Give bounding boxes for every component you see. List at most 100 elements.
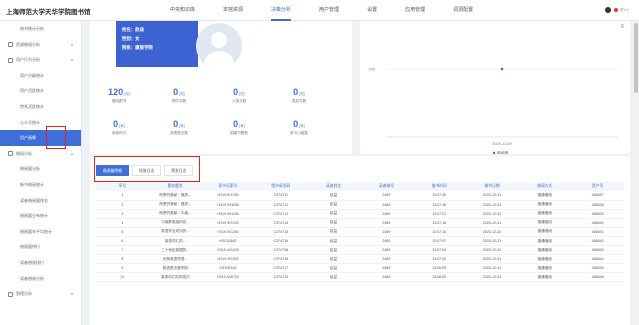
sidebar-item[interactable]: 借阅量年平均统计 <box>0 224 81 240</box>
stat-item: 0(本) 查看笔记数 <box>154 119 204 136</box>
library-brand: 上海师范大学天华学院图书馆 <box>6 9 91 16</box>
sidebar-group[interactable]: 资源借阅分析 ▾ <box>0 37 81 53</box>
chevron-icon: ▾ <box>70 291 73 297</box>
table-cell: 2489 <box>359 200 413 210</box>
scrollbar-thumb[interactable] <box>634 23 638 93</box>
notification-badge-icon <box>613 8 618 12</box>
table-cell: 赵益 <box>307 191 360 201</box>
table-cell: C374714 <box>254 218 308 228</box>
sidebar-item[interactable]: 借阅量分布统计 <box>0 208 81 224</box>
table-cell: 阿罗的奥秘：中级... <box>148 209 202 219</box>
stat-unit: (本) <box>299 124 305 128</box>
nav-item[interactable]: 用户管理 <box>319 0 339 21</box>
nav-item[interactable]: 应用管理 <box>405 0 425 21</box>
column-header: 借书时间 <box>412 182 466 191</box>
table-cell: 2020-12-31 <box>465 272 519 283</box>
sidebar-item[interactable]: 新书借阅统计 <box>0 177 81 193</box>
sidebar-group[interactable]: 用户行为分析 ▴ <box>0 52 81 68</box>
user-profile-card: 姓名：赵益 性别：女 院系：康旅学院 120(次) 借阅图书 0(次) 预约次数 0(次… <box>90 21 352 154</box>
column-header: 借阅方式 <box>518 182 572 191</box>
table-cell: 普通借阅 <box>518 218 572 228</box>
sidebar-item[interactable]: 读者借阅分析 <box>0 271 81 287</box>
sidebar-group[interactable]: 借阅分析 ▴ <box>0 146 81 162</box>
table-cell: 2489 <box>359 227 413 237</box>
user-dept-line: 院系：康旅学院 <box>122 45 153 50</box>
table-cell: 13:07:10 <box>412 227 466 237</box>
table-cell: H313/J652 <box>201 236 255 247</box>
sidebar-label: 读者借阅分析 <box>20 275 44 281</box>
table-cell: 普通借阅 <box>518 245 572 256</box>
sidebar-item[interactable]: 借书统计分析 <box>0 21 81 37</box>
highlight-tabs <box>94 156 200 182</box>
table-cell: C374712 <box>254 200 308 210</box>
nav-item[interactable]: 词洞配置 <box>453 0 473 21</box>
table-cell: 2020-12-31 <box>465 254 519 265</box>
sidebar-group[interactable]: 到馆分析 ▾ <box>0 286 81 302</box>
sidebar-item[interactable]: 院系活跃统计 <box>0 99 81 115</box>
borrow-table: 序号 题名题名 索书号索号 馆书条形码 读者姓名 读者借号 借书时间 借书日期 借阅方式 资产号 … <box>96 182 624 283</box>
table-cell: C374717 <box>254 263 308 274</box>
stat-label: 阅读时长 <box>111 131 127 135</box>
table-cell: H319.9/X765 <box>201 191 255 201</box>
user-avatar-icon <box>604 7 611 13</box>
table-cell: H319.4/G425 <box>201 245 255 256</box>
sidebar-label: 用户分级统计 <box>20 72 44 78</box>
table-cell: 赵益 <box>307 254 360 265</box>
sidebar-item[interactable]: 读者借阅量排名 <box>0 193 81 209</box>
nav-item[interactable]: 决策分析 <box>271 0 292 21</box>
table-cell: 赵益 <box>307 218 360 228</box>
sidebar-label: 用户画像 <box>20 135 36 141</box>
table-cell: 赵益 <box>307 227 360 237</box>
table-row[interactable]: 9 英语语法速学指 H31/W164 C374717 赵益 2489 13:06:59 202… <box>96 263 624 274</box>
column-header: 借书日期 <box>465 182 519 191</box>
table-cell: 13:07:04 <box>412 245 466 256</box>
table-cell: 9 <box>96 263 149 274</box>
nav-item[interactable]: 设置 <box>367 0 377 21</box>
sidebar-item[interactable]: 用户分级统计 <box>0 68 81 84</box>
user-menu[interactable]: 李XX <box>604 7 629 13</box>
table-cell: 普通借阅 <box>518 200 572 210</box>
table-row[interactable]: 6 英语词汇的... H313/J652 C374716 赵益 2489 13:07:07 2… <box>96 236 624 247</box>
sidebar-label: 用户行为分析 <box>16 57 40 63</box>
table-cell: 普通借阅 <box>518 272 572 283</box>
sidebar-item[interactable]: 用户画像 <box>0 130 81 146</box>
table-cell: 466545 <box>571 263 624 274</box>
sidebar-item[interactable]: 借阅量排行 <box>0 239 81 255</box>
table-cell: C374715 <box>254 227 308 237</box>
sidebar-label: 借阅量排行 <box>20 244 40 250</box>
table-row[interactable]: 1 阿罗的奥秘：福茨... H319.9/X765 C374711 赵益 2489 13:0… <box>96 191 624 201</box>
table-cell: 7 <box>96 245 149 256</box>
main-nav: 中央知识库 本馆资源 决策分析 用户管理 设置 应用管理 词洞配置 <box>170 0 501 21</box>
sidebar-label: 到馆分析 <box>16 291 32 297</box>
sidebar-item[interactable]: 用户活跃统计 <box>0 83 81 99</box>
table-row[interactable]: 7 二十世纪英国的... H319.4/G425 C374708 赵益 2489 13:07… <box>96 245 624 256</box>
sidebar-item[interactable]: 公众号统计 <box>0 115 81 131</box>
sidebar-item[interactable]: 读者借阅排行 <box>0 255 81 271</box>
table-cell: H319.9/S763 <box>201 218 255 228</box>
table-row[interactable]: 10 英语词汇构词技巧 H319.4/W753 C374710 赵益 2489 13:06:… <box>96 272 624 283</box>
table-cell: 英语词汇的... <box>148 236 202 247</box>
table-cell: 赵益 <box>307 200 360 210</box>
stat-item: 120(次) 借阅图书 <box>94 87 144 104</box>
column-header: 读者姓名 <box>307 182 360 191</box>
stat-value: 0 <box>233 119 239 129</box>
sidebar-item[interactable]: 借阅量分析 <box>0 161 81 177</box>
table-row[interactable]: 3 阿罗的奥秘：中级... H319.9/H156 C374713 赵益 2489 13:0… <box>96 209 624 219</box>
table-row[interactable]: 8 剑桥英语短语... H319.4/S769 C374718 赵益 2489 13:07:… <box>96 254 624 265</box>
table-cell: 普通借阅 <box>518 191 572 201</box>
table-row[interactable]: 2 阿罗的奥秘：福茨... H319.9/H535 C374712 赵益 2489 13:0… <box>96 200 624 210</box>
stat-value: 120 <box>108 87 124 97</box>
stat-unit: (次) <box>124 92 130 96</box>
table-row[interactable]: 4 巧用群英组织访... H319.9/S763 C374714 赵益 2489 13:07… <box>96 218 624 228</box>
page-scrollbar[interactable] <box>633 21 639 325</box>
table-cell: 13:06:52 <box>412 272 466 283</box>
nav-item[interactable]: 中央知识库 <box>170 0 195 21</box>
sidebar-label: 新书借阅统计 <box>20 181 44 187</box>
table-row[interactable]: 5 英语学业成功的... H319.9/C284 C374715 赵益 2489 13:07… <box>96 227 624 237</box>
nav-item[interactable]: 本馆资源 <box>223 0 243 21</box>
table-cell: 466540 <box>571 218 624 228</box>
stat-item: 0(次) 预约次数 <box>154 87 204 104</box>
table-cell: C374718 <box>254 254 308 265</box>
table-cell: 2489 <box>359 263 413 274</box>
table-cell: 466541 <box>571 227 624 237</box>
